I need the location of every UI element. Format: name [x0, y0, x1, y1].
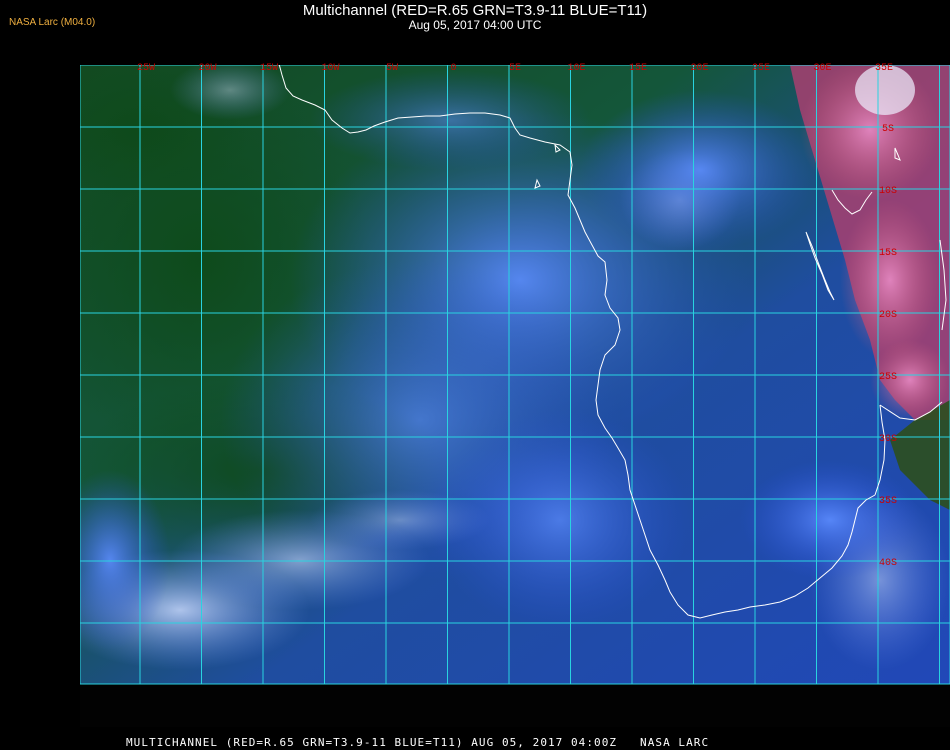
latitude-label: 5S [882, 124, 894, 135]
latitude-label: 30S [879, 434, 897, 445]
longitude-label: 30E [813, 63, 831, 74]
longitude-label: 25W [137, 63, 155, 74]
longitude-label: 20E [690, 63, 708, 74]
latitude-label: 15S [879, 248, 897, 259]
latitude-label: 40S [879, 558, 897, 569]
latitude-label: 25S [879, 372, 897, 383]
latitude-label: 10S [879, 186, 897, 197]
longitude-label: 10E [567, 63, 585, 74]
map-bottom-band [80, 684, 950, 727]
latitude-label: 20S [879, 310, 897, 321]
longitude-label: 20W [198, 63, 216, 74]
latitude-label: 35S [879, 496, 897, 507]
longitude-label: 0 [450, 63, 456, 74]
longitude-label: 15W [260, 63, 278, 74]
longitude-label: 15E [629, 63, 647, 74]
longitude-label: 5E [509, 63, 521, 74]
longitude-label: 35E [875, 63, 893, 74]
footer-caption: MULTICHANNEL (RED=R.65 GRN=T3.9-11 BLUE=… [126, 736, 710, 749]
longitude-label: 25E [752, 63, 770, 74]
longitude-label: 5W [386, 63, 398, 74]
satellite-map: 25W 20W 15W 10W 5W 0 5E 10E 15E 20E 25E 30E 35E 5S 10… [80, 63, 950, 727]
longitude-label: 10W [321, 63, 339, 74]
